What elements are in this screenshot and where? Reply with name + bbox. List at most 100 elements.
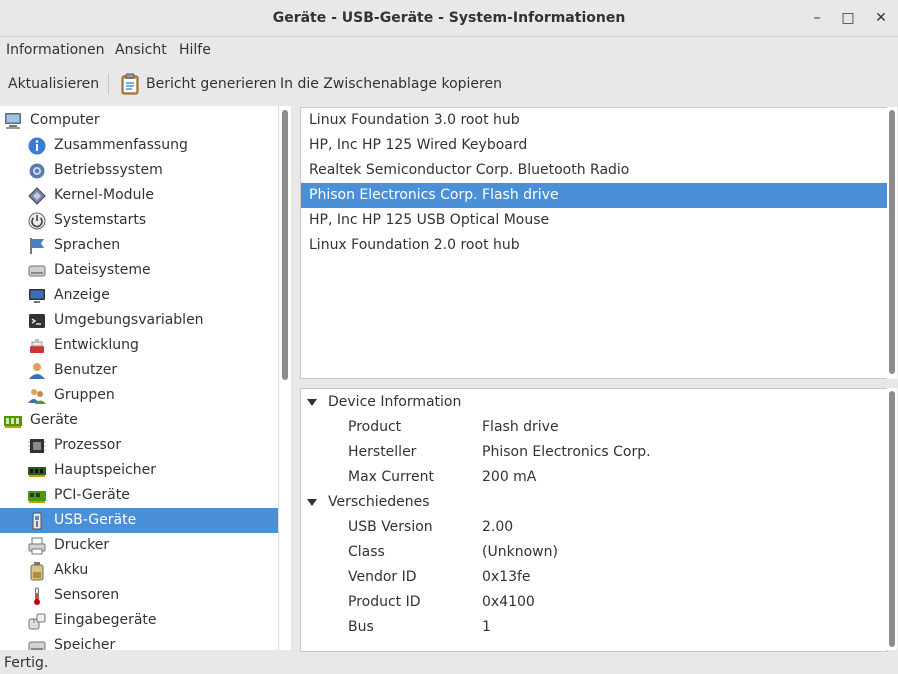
device-row[interactable]: Linux Foundation 3.0 root hub <box>301 108 887 133</box>
sidebar-item-betriebssystem[interactable]: Betriebssystem <box>0 158 278 183</box>
generate-report-button[interactable]: Bericht generieren <box>146 64 277 104</box>
expander-arrow-icon[interactable] <box>307 399 317 406</box>
window-title: Geräte - USB-Geräte - System-Information… <box>272 10 626 26</box>
device-row[interactable]: HP, Inc HP 125 Wired Keyboard <box>301 133 887 158</box>
sidebar-item-label: Zusammenfassung <box>54 137 188 153</box>
sidebar-item-label: Gruppen <box>54 387 115 403</box>
device-name: Linux Foundation 3.0 root hub <box>309 112 520 128</box>
sidebar-item-usb-geraete[interactable]: USB-Geräte <box>0 508 278 533</box>
memory-icon <box>28 467 46 477</box>
title-bar: Geräte - USB-Geräte - System-Information… <box>0 0 898 37</box>
flag-icon <box>30 238 44 254</box>
horizontal-pane-separator[interactable] <box>300 380 898 386</box>
details-row: USB Version 2.00 <box>301 515 887 540</box>
details-scrollbar[interactable] <box>887 388 897 650</box>
copy-to-clipboard-button[interactable]: In die Zwischenablage kopieren <box>280 64 502 104</box>
sidebar-item-benutzer[interactable]: Benutzer <box>0 358 278 383</box>
sidebar-item-zusammenfassung[interactable]: Zusammenfassung <box>0 133 278 158</box>
sidebar-item-hauptspeicher[interactable]: Hauptspeicher <box>0 458 278 483</box>
module-icon <box>28 187 46 205</box>
sidebar-scrollbar[interactable] <box>278 106 291 650</box>
sidebar-item-sprachen[interactable]: Sprachen <box>0 233 278 258</box>
computer-icon <box>5 113 21 129</box>
group-icon <box>28 389 46 404</box>
input-device-icon <box>28 613 46 630</box>
menu-informationen[interactable]: Informationen <box>6 37 105 63</box>
sidebar-item-gruppen[interactable]: Gruppen <box>0 383 278 408</box>
sidebar-item-label: Akku <box>54 562 89 578</box>
device-row[interactable]: HP, Inc HP 125 USB Optical Mouse <box>301 208 887 233</box>
development-icon <box>30 339 44 353</box>
device-name: Phison Electronics Corp. Flash drive <box>309 187 559 203</box>
sidebar-item-label: Sensoren <box>54 587 120 603</box>
device-list[interactable]: Linux Foundation 3.0 root hub HP, Inc HP … <box>300 107 888 379</box>
details-scrollbar-thumb[interactable] <box>889 391 895 647</box>
sidebar-item-speicher[interactable]: Speicher <box>0 633 278 650</box>
details-value: 1 <box>482 619 491 635</box>
sidebar-item-entwicklung[interactable]: Entwicklung <box>0 333 278 358</box>
sidebar-item-akku[interactable]: Akku <box>0 558 278 583</box>
details-value: 2.00 <box>482 519 514 535</box>
details-key: Product ID <box>348 594 421 610</box>
details-row: Max Current 200 mA <box>301 465 887 490</box>
sidebar-item-eingabegeraete[interactable]: Eingabegeräte <box>0 608 278 633</box>
device-row[interactable]: Realtek Semiconductor Corp. Bluetooth Ra… <box>301 158 887 183</box>
sidebar-item-dateisysteme[interactable]: Dateisysteme <box>0 258 278 283</box>
details-key: Class <box>348 544 385 560</box>
sidebar-scrollbar-thumb[interactable] <box>282 110 288 380</box>
sidebar-item-drucker[interactable]: Drucker <box>0 533 278 558</box>
details-value: (Unknown) <box>482 544 558 560</box>
sidebar-item-label: Prozessor <box>54 437 122 453</box>
close-button[interactable]: ✕ <box>869 6 893 30</box>
sidebar-item-label: Benutzer <box>54 362 118 378</box>
menu-bar: Informationen Ansicht Hilfe <box>0 37 898 63</box>
refresh-button[interactable]: Aktualisieren <box>8 64 99 104</box>
menu-ansicht[interactable]: Ansicht <box>115 37 167 63</box>
sidebar-item-systemstarts[interactable]: Systemstarts <box>0 208 278 233</box>
device-name: Linux Foundation 2.0 root hub <box>309 237 520 253</box>
sidebar-item-sensoren[interactable]: Sensoren <box>0 583 278 608</box>
device-row[interactable]: Phison Electronics Corp. Flash drive <box>301 183 887 208</box>
sidebar-item-prozessor[interactable]: Prozessor <box>0 433 278 458</box>
sidebar-item-label: USB-Geräte <box>54 512 137 528</box>
status-text: Fertig. <box>4 655 49 671</box>
clipboard-report-icon[interactable] <box>119 73 141 95</box>
details-key: USB Version <box>348 519 433 535</box>
details-key: Product <box>348 419 402 435</box>
details-value: 200 mA <box>482 469 537 485</box>
maximize-button[interactable]: □ <box>836 6 860 30</box>
details-row: Product ID 0x4100 <box>301 590 887 615</box>
devices-icon <box>4 416 22 428</box>
device-row[interactable]: Linux Foundation 2.0 root hub <box>301 233 887 258</box>
pci-icon <box>28 491 46 503</box>
details-key: Max Current <box>348 469 434 485</box>
sidebar-item-kernel-module[interactable]: Kernel-Module <box>0 183 278 208</box>
drive-icon <box>28 265 46 277</box>
category-tree[interactable]: Computer Zusammenfassung Betriebssystem Ker… <box>0 106 278 650</box>
details-row: Bus 1 <box>301 615 887 640</box>
sidebar-item-label: Hauptspeicher <box>54 462 156 478</box>
sidebar-item-label: Eingabegeräte <box>54 612 157 628</box>
sidebar-item-computer[interactable]: Computer <box>0 108 278 133</box>
device-list-scrollbar-thumb[interactable] <box>889 110 895 374</box>
sidebar-item-anzeige[interactable]: Anzeige <box>0 283 278 308</box>
details-section-header[interactable]: Verschiedenes <box>301 490 887 515</box>
device-name: HP, Inc HP 125 Wired Keyboard <box>309 137 528 153</box>
summary-icon <box>28 137 46 155</box>
sidebar-item-pci-geraete[interactable]: PCI-Geräte <box>0 483 278 508</box>
gear-icon <box>29 163 45 179</box>
menu-hilfe[interactable]: Hilfe <box>179 37 211 63</box>
minimize-button[interactable]: – <box>805 6 829 30</box>
details-key: Hersteller <box>348 444 417 460</box>
expander-arrow-icon[interactable] <box>307 499 317 506</box>
sidebar-item-umgebungsvariablen[interactable]: Umgebungsvariablen <box>0 308 278 333</box>
details-key: Bus <box>348 619 374 635</box>
device-list-scrollbar[interactable] <box>887 107 897 379</box>
thermometer-icon <box>34 587 40 605</box>
details-value: Phison Electronics Corp. <box>482 444 651 460</box>
details-section-header[interactable]: Device Information <box>301 390 887 415</box>
sidebar-item-geraete[interactable]: Geräte <box>0 408 278 433</box>
pane-separator[interactable] <box>291 106 299 650</box>
details-value: 0x13fe <box>482 569 531 585</box>
details-section-title: Device Information <box>328 394 462 410</box>
